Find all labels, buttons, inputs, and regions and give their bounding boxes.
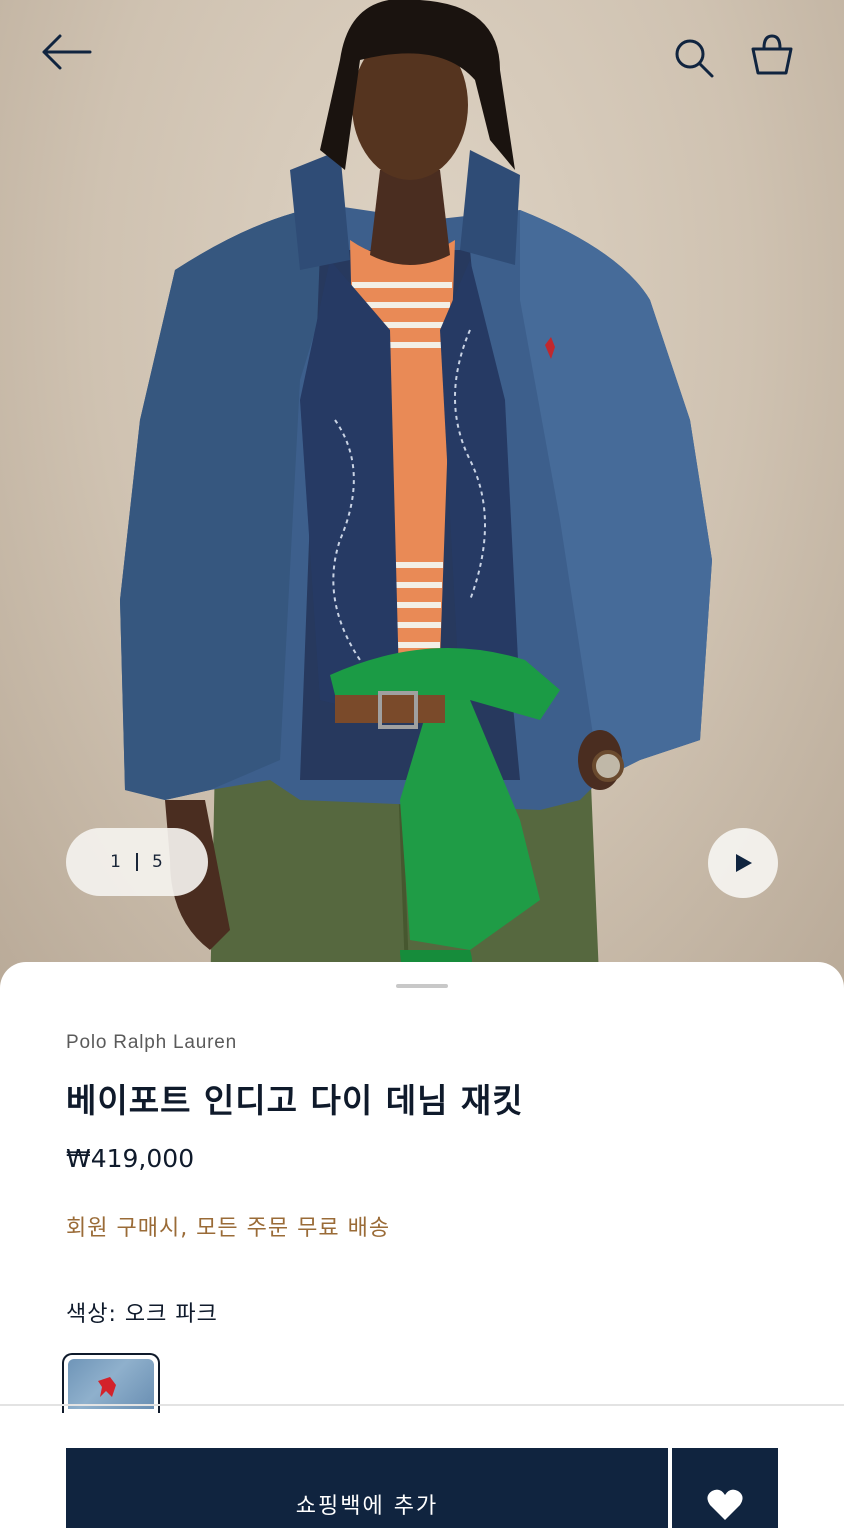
pony-logo-icon xyxy=(98,1377,116,1397)
search-icon xyxy=(675,39,714,78)
add-to-bag-button[interactable]: 쇼핑백에 추가 xyxy=(66,1448,668,1528)
product-price: ₩419,000 xyxy=(66,1144,195,1173)
shipping-promo: 회원 구매시, 모든 주문 무료 배송 xyxy=(66,1216,391,1241)
swatch-image xyxy=(68,1359,154,1409)
play-icon xyxy=(736,854,752,872)
pager-current: 1 xyxy=(110,852,122,872)
sheet-drag-handle[interactable] xyxy=(396,984,448,988)
add-to-bag-label: 쇼핑백에 추가 xyxy=(295,1494,439,1519)
play-button[interactable] xyxy=(708,828,778,898)
pager-divider xyxy=(136,853,138,871)
color-label: 색상: 오크 파크 xyxy=(66,1302,218,1327)
product-image-carousel[interactable]: 1 5 xyxy=(0,0,844,1000)
product-info-sheet: Polo Ralph Lauren 베이포트 인디고 다이 데님 재킷 ₩419… xyxy=(0,962,844,1528)
cart-button[interactable] xyxy=(748,32,796,80)
wishlist-button[interactable] xyxy=(672,1448,778,1528)
arrow-left-icon xyxy=(42,34,92,70)
search-button[interactable] xyxy=(672,36,716,80)
heart-icon xyxy=(707,1489,743,1520)
brand-name[interactable]: Polo Ralph Lauren xyxy=(66,1032,237,1054)
sticky-bar-divider xyxy=(0,1404,844,1406)
image-pager: 1 5 xyxy=(66,828,208,896)
product-title: 베이포트 인디고 다이 데님 재킷 xyxy=(66,1081,524,1120)
back-button[interactable] xyxy=(40,30,96,74)
pager-total: 5 xyxy=(152,852,164,872)
shopping-bag-icon xyxy=(751,34,793,75)
